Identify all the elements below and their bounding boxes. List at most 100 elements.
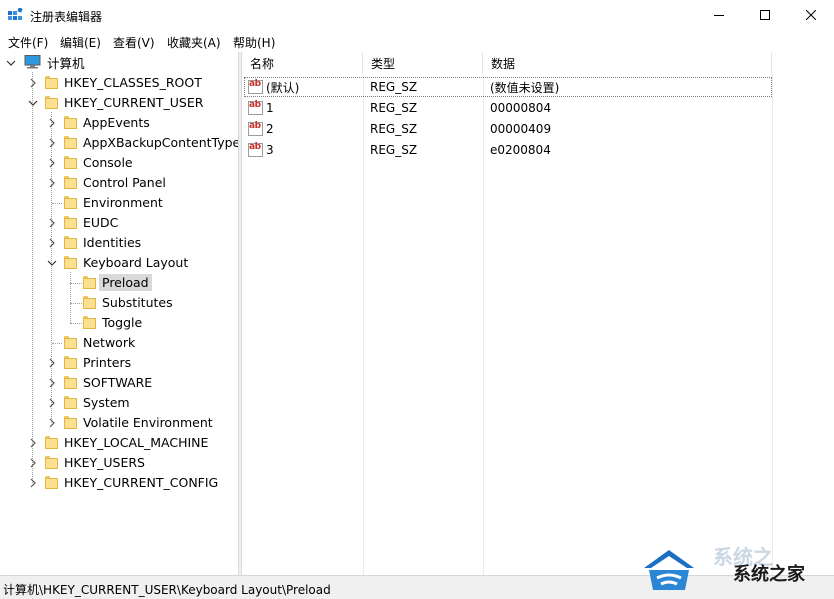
tree-node-computer[interactable]: 计算机 xyxy=(24,52,88,72)
value-name: 1 xyxy=(266,101,274,115)
chevron-right-icon[interactable] xyxy=(47,138,57,148)
tree-label: Keyboard Layout xyxy=(83,254,189,270)
column-header-data[interactable]: 数据 xyxy=(483,52,772,74)
chevron-right-icon[interactable] xyxy=(28,458,38,468)
value-list[interactable]: 名称 类型 数据 ab (默认) REG_SZ (数值未设置) ab 1 REG_S… xyxy=(242,52,834,575)
string-value-icon: ab xyxy=(248,100,263,115)
tree-node-hkey-current-config[interactable]: HKEY_CURRENT_CONFIG xyxy=(45,472,221,492)
tree-node-software[interactable]: SOFTWARE xyxy=(64,372,155,392)
menu-favorites[interactable]: 收藏夹(A) xyxy=(167,34,221,51)
tree-label: AppXBackupContentType xyxy=(83,134,238,150)
chevron-down-icon[interactable] xyxy=(6,58,16,68)
tree-node-eudc[interactable]: EUDC xyxy=(64,212,121,232)
tree-label: HKEY_CURRENT_USER xyxy=(64,94,204,110)
computer-icon xyxy=(24,55,41,69)
chevron-right-icon[interactable] xyxy=(47,378,57,388)
tree-label: HKEY_CURRENT_CONFIG xyxy=(64,474,219,490)
tree-label: Toggle xyxy=(102,314,143,330)
chevron-right-icon[interactable] xyxy=(28,438,38,448)
chevron-right-icon[interactable] xyxy=(28,78,38,88)
menu-file[interactable]: 文件(F) xyxy=(8,34,48,51)
close-button[interactable] xyxy=(788,0,834,30)
list-item[interactable]: ab 3 REG_SZ e0200804 xyxy=(244,140,772,160)
tree-label: HKEY_LOCAL_MACHINE xyxy=(64,434,209,450)
column-divider xyxy=(772,74,773,575)
tree-node-network[interactable]: Network xyxy=(64,332,138,352)
folder-icon xyxy=(45,435,58,449)
tree-node-appxbackupcontenttype[interactable]: AppXBackupContentType xyxy=(64,132,238,152)
tree-node-system[interactable]: System xyxy=(64,392,133,412)
column-header-type[interactable]: 类型 xyxy=(363,52,483,74)
folder-icon xyxy=(64,155,77,169)
tree-node-identities[interactable]: Identities xyxy=(64,232,144,252)
tree-line xyxy=(52,343,62,345)
tree-label: Console xyxy=(83,154,133,170)
chevron-right-icon[interactable] xyxy=(47,238,57,248)
tree-node-control-panel[interactable]: Control Panel xyxy=(64,172,169,192)
string-value-icon: ab xyxy=(248,121,263,136)
tree-node-hkey-users[interactable]: HKEY_USERS xyxy=(45,452,148,472)
tree-node-console[interactable]: Console xyxy=(64,152,136,172)
tree-node-printers[interactable]: Printers xyxy=(64,352,134,372)
watermark-text: 系统之家 xyxy=(733,564,805,585)
folder-icon xyxy=(64,415,77,429)
value-data: 00000409 xyxy=(490,122,552,136)
tree-node-toggle[interactable]: Toggle xyxy=(83,312,145,332)
tree-line xyxy=(32,72,34,483)
string-value-icon: ab xyxy=(248,142,263,157)
value-data: (数值未设置) xyxy=(490,80,560,95)
tree-line xyxy=(70,323,82,325)
maximize-button[interactable] xyxy=(742,0,788,30)
tree-node-substitutes[interactable]: Substitutes xyxy=(83,292,176,312)
minimize-icon xyxy=(714,10,724,20)
chevron-right-icon[interactable] xyxy=(47,418,57,428)
tree-node-hkey-classes-root[interactable]: HKEY_CLASSES_ROOT xyxy=(45,72,205,92)
close-icon xyxy=(806,10,816,20)
tree-label: Identities xyxy=(83,234,142,250)
folder-icon xyxy=(45,475,58,489)
list-item[interactable]: ab 2 REG_SZ 00000409 xyxy=(244,119,772,139)
chevron-right-icon[interactable] xyxy=(47,118,57,128)
value-name: 2 xyxy=(266,122,274,136)
chevron-right-icon[interactable] xyxy=(28,478,38,488)
list-item[interactable]: ab 1 REG_SZ 00000804 xyxy=(244,98,772,118)
list-item[interactable]: ab (默认) REG_SZ (数值未设置) xyxy=(244,77,772,97)
chevron-right-icon[interactable] xyxy=(47,398,57,408)
registry-tree[interactable]: 计算机 HKEY_CLASSES_ROOT HKEY_CURRENT_USER … xyxy=(0,52,238,575)
chevron-down-icon[interactable] xyxy=(47,258,57,268)
menu-edit[interactable]: 编辑(E) xyxy=(60,34,101,51)
value-data: e0200804 xyxy=(490,143,551,157)
chevron-right-icon[interactable] xyxy=(47,358,57,368)
chevron-right-icon[interactable] xyxy=(47,218,57,228)
chevron-right-icon[interactable] xyxy=(47,158,57,168)
window-title: 注册表编辑器 xyxy=(30,10,103,24)
folder-icon xyxy=(83,275,96,289)
tree-line xyxy=(70,283,82,285)
tree-node-hkey-current-user[interactable]: HKEY_CURRENT_USER xyxy=(45,92,206,112)
registry-editor-icon xyxy=(8,7,24,22)
column-header-label: 名称 xyxy=(250,56,275,71)
chevron-right-icon[interactable] xyxy=(47,178,57,188)
column-header-label: 类型 xyxy=(371,56,396,71)
tree-node-environment[interactable]: Environment xyxy=(64,192,166,212)
column-header-label: 数据 xyxy=(491,56,516,71)
value-name: 3 xyxy=(266,143,274,157)
tree-label: Volatile Environment xyxy=(83,414,213,430)
tree-node-hkey-local-machine[interactable]: HKEY_LOCAL_MACHINE xyxy=(45,432,211,452)
folder-icon xyxy=(45,95,58,109)
column-header-name[interactable]: 名称 xyxy=(242,52,363,74)
watermark: 系统之 系统之家 xyxy=(635,540,834,599)
tree-node-volatile-environment[interactable]: Volatile Environment xyxy=(64,412,216,432)
tree-label: System xyxy=(83,394,130,410)
menu-help[interactable]: 帮助(H) xyxy=(233,34,275,51)
tree-node-keyboard-layout[interactable]: Keyboard Layout xyxy=(64,252,191,272)
tree-node-preload[interactable]: Preload xyxy=(83,272,152,292)
value-data: 00000804 xyxy=(490,101,552,115)
minimize-button[interactable] xyxy=(696,0,742,30)
chevron-down-icon[interactable] xyxy=(28,98,38,108)
tree-label: SOFTWARE xyxy=(83,374,153,390)
folder-icon xyxy=(45,75,58,89)
tree-node-appevents[interactable]: AppEvents xyxy=(64,112,153,132)
menu-view[interactable]: 查看(V) xyxy=(113,34,155,51)
tree-label: Printers xyxy=(83,354,132,370)
